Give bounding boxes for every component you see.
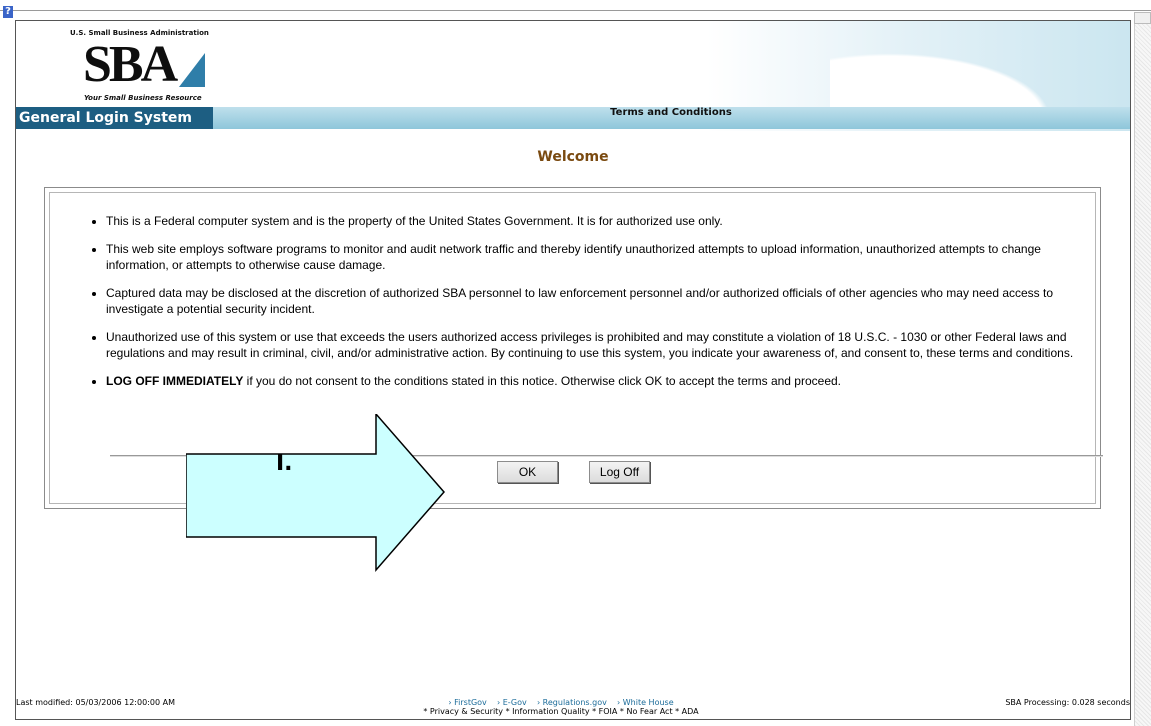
footer-links: › FirstGov › E-Gov › Regulations.gov › W… — [356, 698, 766, 716]
footer-link-regulations[interactable]: › Regulations.gov — [537, 698, 607, 707]
footer-link-firstgov[interactable]: › FirstGov — [448, 698, 486, 707]
sba-logo: SBA — [83, 36, 178, 93]
system-name: General Login System — [16, 107, 213, 129]
last-modified: Last modified: 05/03/2006 12:00:00 AM — [16, 698, 175, 707]
navigation-bar: General Login System Terms and Condition… — [16, 107, 1130, 129]
terms-list: This is a Federal computer system and is… — [90, 201, 1096, 389]
logo-triangle-icon — [179, 53, 205, 87]
log-off-instruction: if you do not consent to the conditions … — [243, 374, 841, 388]
page-frame: U.S. Small Business Administration SBA Y… — [15, 20, 1131, 720]
logo-tagline: Your Small Business Resource — [84, 94, 202, 102]
help-icon[interactable]: ? — [3, 6, 13, 18]
page-title: Terms and Conditions — [610, 107, 732, 118]
footer-link-egov[interactable]: › E-Gov — [497, 698, 527, 707]
annotation-arrow-icon — [186, 414, 445, 573]
term-item-log-off: LOG OFF IMMEDIATELY if you do not consen… — [106, 373, 1096, 389]
footer-link-whitehouse[interactable]: › White House — [617, 698, 674, 707]
footer-policies[interactable]: * Privacy & Security * Information Quali… — [356, 707, 766, 716]
welcome-heading: Welcome — [537, 149, 609, 165]
log-off-emphasis: LOG OFF IMMEDIATELY — [106, 374, 244, 388]
term-item: This is a Federal computer system and is… — [106, 213, 1096, 229]
ok-button[interactable]: OK — [497, 461, 558, 483]
term-item: Captured data may be disclosed at the di… — [106, 285, 1096, 317]
annotation-label: I. — [276, 451, 293, 476]
term-item: Unauthorized use of this system or use t… — [106, 329, 1096, 361]
header-swoosh-decoration — [830, 21, 1130, 109]
browser-top-edge — [0, 0, 1151, 11]
processing-time: SBA Processing: 0.028 seconds — [1005, 698, 1130, 707]
log-off-button[interactable]: Log Off — [589, 461, 650, 483]
vertical-scrollbar[interactable] — [1134, 12, 1151, 726]
term-item: This web site employs software programs … — [106, 241, 1096, 273]
scroll-up-button[interactable] — [1134, 12, 1151, 24]
